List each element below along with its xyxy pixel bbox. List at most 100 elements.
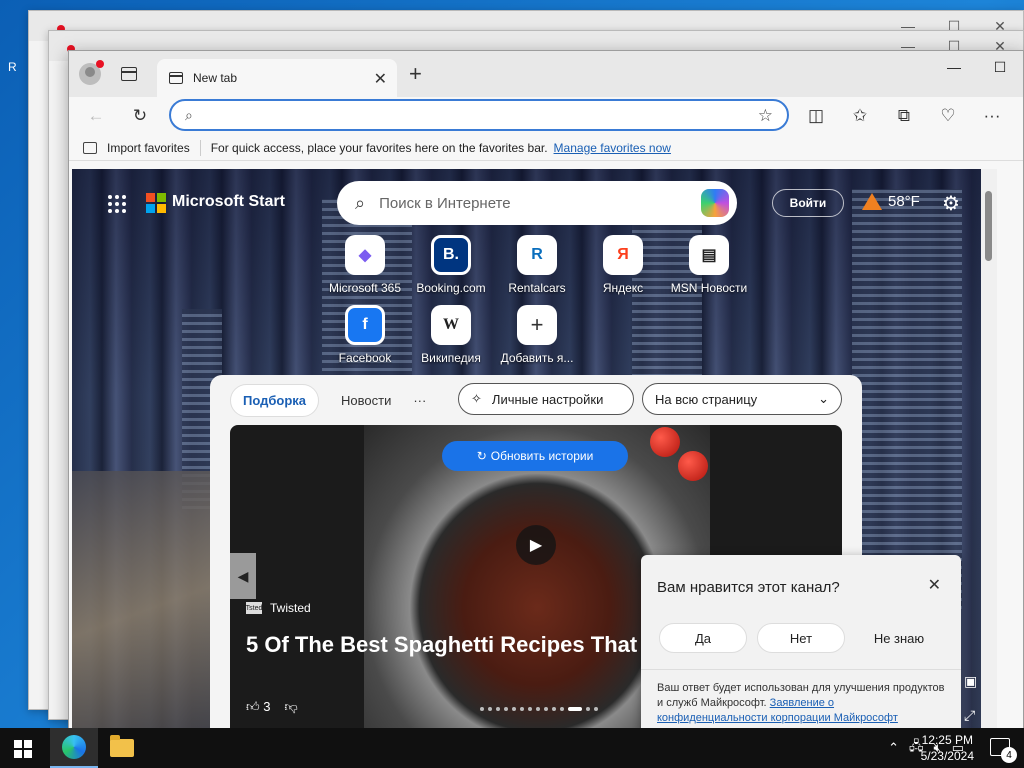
feedback-dont-know-button[interactable]: Не знаю bbox=[855, 623, 943, 653]
address-bar[interactable]: ⌕ ☆ bbox=[169, 99, 789, 131]
feed-nav: Подборка Новости ··· bbox=[230, 383, 426, 417]
weather-widget[interactable]: 58°F bbox=[862, 193, 920, 210]
story-source[interactable]: Tsted Twisted bbox=[246, 601, 311, 615]
taskbar-file-explorer[interactable] bbox=[98, 728, 146, 768]
search-icon: ⌕ bbox=[355, 192, 366, 213]
search-icon: ⌕ bbox=[185, 106, 193, 123]
quick-link-label: Facebook bbox=[338, 351, 392, 365]
quick-link-yandex[interactable]: Я Яндекс bbox=[580, 235, 666, 295]
new-tab-page: Microsoft Start ⌕ Поиск в Интернете Войт… bbox=[72, 169, 997, 729]
refresh-stories-button[interactable]: ↻ Обновить истории bbox=[442, 441, 628, 471]
new-tab-button[interactable]: + bbox=[409, 63, 422, 85]
quick-link-facebook[interactable]: f Facebook bbox=[322, 305, 408, 365]
new-tab-page-icon bbox=[169, 72, 183, 84]
quick-link-add[interactable]: + Добавить я... bbox=[494, 305, 580, 365]
feedback-yes-button[interactable]: Да bbox=[659, 623, 747, 653]
taskbar-edge[interactable] bbox=[50, 728, 98, 768]
maximize-button[interactable]: ☐ bbox=[977, 51, 1023, 83]
tab-actions-icon[interactable] bbox=[121, 67, 137, 81]
window-controls: — ☐ bbox=[931, 51, 1023, 83]
source-name: Twisted bbox=[270, 601, 311, 615]
tomato-image bbox=[678, 451, 708, 481]
facebook-icon: f bbox=[345, 305, 385, 345]
thumbs-down-icon[interactable]: 👎︎ bbox=[284, 699, 297, 715]
tab-close-icon[interactable]: ✕ bbox=[374, 69, 387, 89]
chevron-down-icon: ⌄ bbox=[818, 391, 829, 406]
carousel-prev-button[interactable]: ◀ bbox=[230, 553, 256, 599]
temperature: 58°F bbox=[888, 193, 920, 210]
refresh-button[interactable]: ↻ bbox=[129, 105, 151, 127]
close-icon[interactable]: ✕ bbox=[928, 575, 941, 595]
minimize-button[interactable]: — bbox=[931, 51, 977, 83]
like-count: 3 bbox=[263, 699, 271, 714]
manage-favorites-link[interactable]: Manage favorites now bbox=[554, 141, 671, 155]
notification-count: 4 bbox=[1001, 747, 1017, 763]
scrollbar-thumb[interactable] bbox=[985, 191, 992, 261]
refresh-icon: ↻ bbox=[476, 449, 487, 463]
feedback-question: Вам нравится этот канал? bbox=[657, 579, 840, 596]
tomato-image bbox=[650, 427, 680, 457]
refresh-stories-label: Обновить истории bbox=[490, 449, 594, 463]
app-launcher-icon[interactable] bbox=[108, 195, 126, 213]
address-input[interactable] bbox=[202, 107, 703, 123]
layout-select-value: На всю страницу bbox=[655, 391, 758, 407]
image-info-icon[interactable]: ▣ bbox=[964, 673, 977, 690]
feedback-note: Ваш ответ будет использован для улучшени… bbox=[657, 681, 947, 726]
collections-icon[interactable]: ⧉ bbox=[893, 105, 915, 127]
favorites-hint: For quick access, place your favorites h… bbox=[210, 140, 548, 155]
expand-icon[interactable]: ⤢ bbox=[964, 707, 975, 724]
sign-in-button[interactable]: Войти bbox=[772, 189, 844, 217]
quick-link-msn-news[interactable]: ▤ MSN Новости bbox=[666, 235, 752, 295]
rentalcars-icon: R bbox=[517, 235, 557, 275]
msn-news-icon: ▤ bbox=[689, 235, 729, 275]
quick-link-label: Booking.com bbox=[416, 281, 486, 295]
feedback-no-button[interactable]: Нет bbox=[757, 623, 845, 653]
quick-link-rentalcars[interactable]: R Rentalcars bbox=[494, 235, 580, 295]
import-favorites-button[interactable]: Import favorites bbox=[107, 141, 190, 155]
favorites-icon[interactable]: ✩ bbox=[849, 105, 871, 127]
story-reactions: 👍︎ 3 👎︎ bbox=[246, 699, 298, 715]
browser-essentials-icon[interactable]: ♡ bbox=[937, 105, 959, 127]
quick-link-label: Rentalcars bbox=[508, 281, 566, 295]
more-menu-icon[interactable]: ··· bbox=[981, 105, 1003, 127]
quick-link-wikipedia[interactable]: W Википедия bbox=[408, 305, 494, 365]
desktop-stray-text: R bbox=[8, 60, 17, 74]
personalize-button[interactable]: ✧ Личные настройки bbox=[458, 383, 634, 415]
notification-center-icon[interactable]: 4 bbox=[990, 738, 1017, 763]
browser-window: New tab ✕ + — ☐ ← ↻ ⌕ ☆ ◫ ✩ ⧉ ♡ ··· Impo… bbox=[68, 50, 1024, 730]
quick-link-microsoft365[interactable]: ◆ Microsoft 365 bbox=[322, 235, 408, 295]
favorites-divider bbox=[199, 139, 201, 156]
quick-link-booking[interactable]: B. Booking.com bbox=[408, 235, 494, 295]
quick-link-label: Добавить я... bbox=[500, 351, 574, 365]
web-search-box[interactable]: ⌕ Поиск в Интернете bbox=[337, 181, 737, 225]
profile-avatar[interactable] bbox=[79, 60, 104, 85]
start-button-windows-icon[interactable] bbox=[14, 740, 32, 758]
carousel-dots bbox=[480, 707, 598, 711]
quick-link-label: Яндекс bbox=[602, 281, 644, 295]
like-button[interactable]: 👍︎ 3 bbox=[246, 699, 270, 715]
tab-news[interactable]: Новости bbox=[341, 393, 391, 408]
booking-icon: B. bbox=[431, 235, 471, 275]
copilot-icon[interactable] bbox=[701, 189, 729, 217]
favorites-bar: Import favorites For quick access, place… bbox=[69, 135, 1023, 161]
background-building bbox=[852, 189, 962, 609]
more-tabs-button[interactable]: ··· bbox=[413, 393, 426, 408]
quick-link-label: Microsoft 365 bbox=[328, 281, 402, 295]
play-video-icon[interactable]: ▶ bbox=[516, 525, 556, 565]
clock-date: 5/23/2024 bbox=[920, 749, 974, 763]
settings-gear-icon[interactable]: ⚙ bbox=[942, 191, 960, 216]
thumbs-up-icon: 👍︎ bbox=[246, 699, 260, 714]
microsoft365-icon: ◆ bbox=[345, 235, 385, 275]
layout-select[interactable]: На всю страницу ⌄ bbox=[642, 383, 842, 415]
split-screen-icon[interactable]: ◫ bbox=[805, 105, 827, 127]
weather-alert-icon bbox=[862, 193, 882, 210]
favorite-star-icon[interactable]: ☆ bbox=[758, 106, 773, 126]
tab-new-tab[interactable]: New tab ✕ bbox=[157, 59, 397, 97]
clock[interactable]: 12:25 PM 5/23/2024 bbox=[921, 732, 974, 764]
chevron-up-icon[interactable]: ⌃ bbox=[888, 740, 899, 756]
wikipedia-icon: W bbox=[431, 305, 471, 345]
back-button[interactable]: ← bbox=[85, 105, 107, 127]
page-scrollbar[interactable] bbox=[981, 169, 997, 729]
tab-picks[interactable]: Подборка bbox=[230, 383, 320, 417]
personalize-icon: ✧ bbox=[471, 391, 482, 406]
